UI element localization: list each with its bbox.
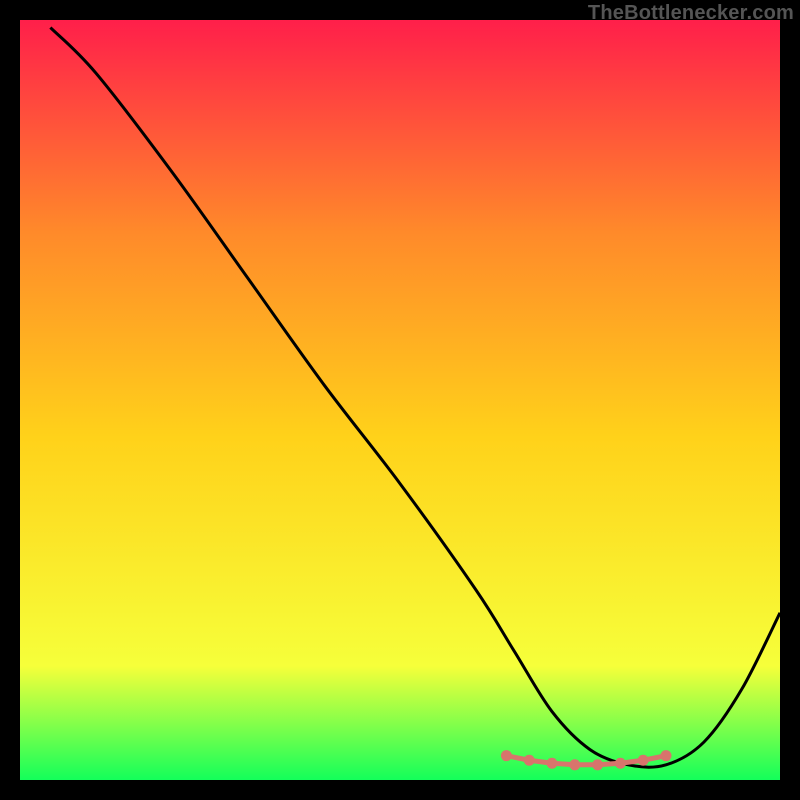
optimal-point (638, 755, 649, 766)
optimal-point (661, 750, 672, 761)
optimal-point (524, 755, 535, 766)
optimal-point (501, 750, 512, 761)
optimal-point (569, 759, 580, 770)
optimal-point (615, 758, 626, 769)
gradient-background (20, 20, 780, 780)
watermark-text: TheBottlenecker.com (588, 2, 794, 25)
optimal-point (547, 758, 558, 769)
bottleneck-chart (20, 20, 780, 780)
optimal-point (592, 759, 603, 770)
